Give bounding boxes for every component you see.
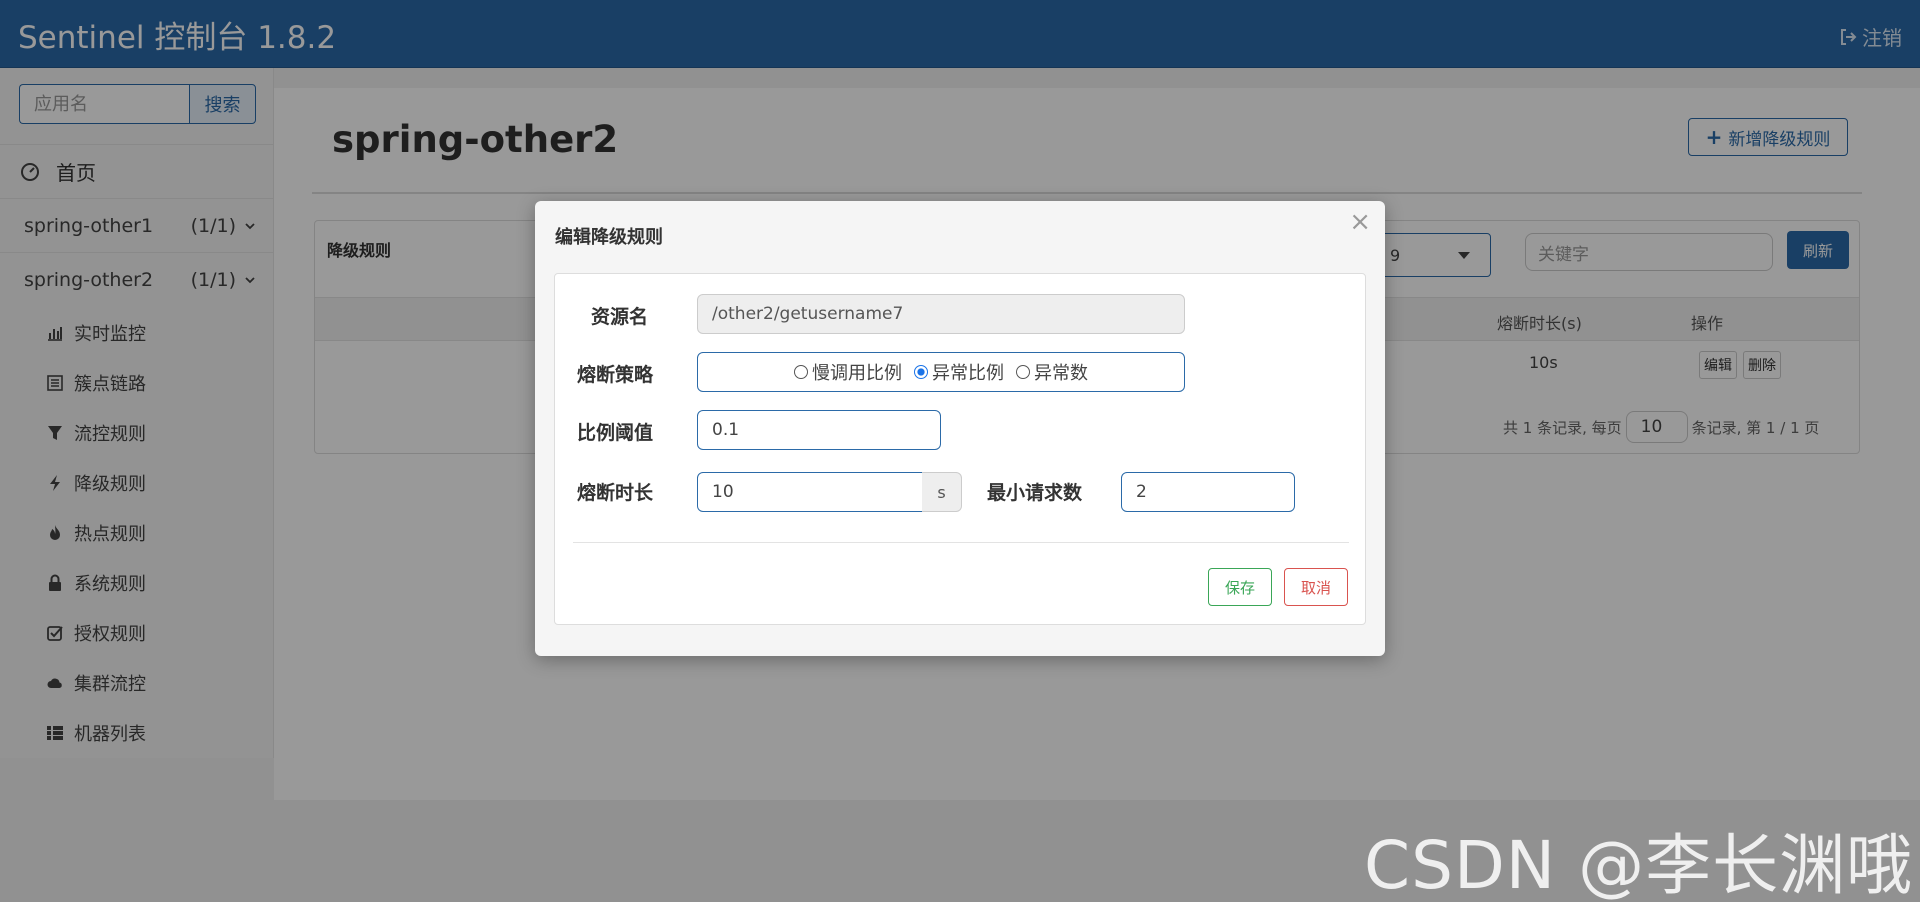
ratio-input[interactable]: 0.1	[697, 410, 941, 450]
resource-input[interactable]: /other2/getusername7	[697, 294, 1185, 334]
cancel-button[interactable]: 取消	[1284, 568, 1348, 606]
radio-dot-selected	[914, 365, 928, 379]
duration-label: 熔断时长	[577, 482, 654, 504]
save-button[interactable]: 保存	[1208, 568, 1272, 606]
strategy-label: 熔断策略	[577, 364, 654, 386]
duration-input[interactable]: 10	[697, 472, 923, 512]
edit-degrade-rule-modal: 编辑降级规则 × 资源名 /other2/getusername7 熔断策略 慢…	[535, 201, 1385, 656]
min-request-label: 最小请求数	[987, 482, 1083, 504]
radio-dot	[1016, 365, 1030, 379]
watermark: CSDN @李长渊哦	[1364, 827, 1914, 902]
ratio-label: 比例阈值	[577, 422, 654, 444]
radio-dot	[794, 365, 808, 379]
radio-label: 异常数	[1034, 363, 1088, 384]
strategy-radio-group: 慢调用比例 异常比例 异常数	[697, 352, 1185, 392]
form-divider	[573, 542, 1349, 543]
radio-label: 慢调用比例	[812, 363, 902, 384]
radio-error-ratio[interactable]: 异常比例	[914, 359, 1004, 385]
radio-slow-ratio[interactable]: 慢调用比例	[794, 359, 902, 385]
close-icon[interactable]: ×	[1349, 207, 1371, 237]
radio-label: 异常比例	[932, 363, 1004, 384]
radio-error-count[interactable]: 异常数	[1016, 359, 1088, 385]
duration-unit-addon: s	[922, 472, 962, 512]
min-request-input[interactable]: 2	[1121, 472, 1295, 512]
resource-label: 资源名	[591, 306, 649, 328]
rule-form: 资源名 /other2/getusername7 熔断策略 慢调用比例 异常比例…	[554, 273, 1366, 625]
modal-title: 编辑降级规则	[555, 227, 663, 248]
